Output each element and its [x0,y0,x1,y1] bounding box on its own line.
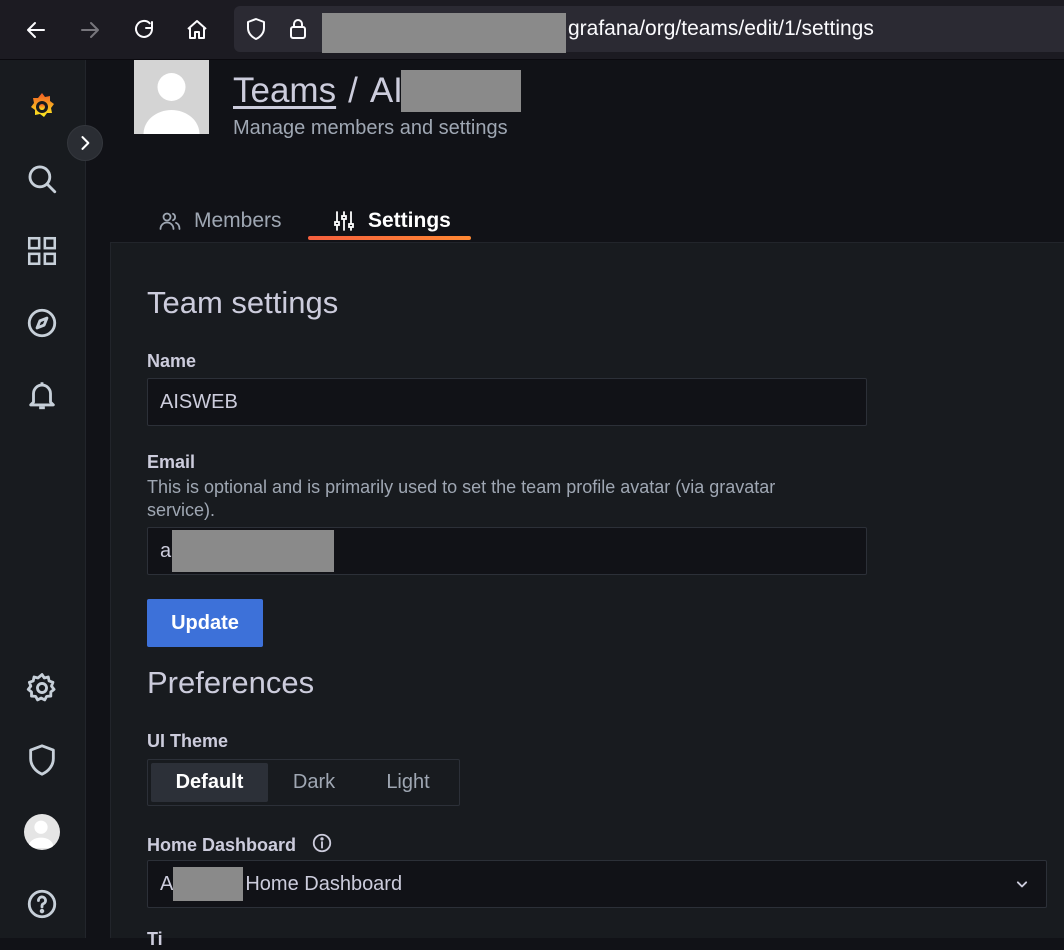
team-avatar [134,60,209,134]
shield-icon[interactable] [244,17,268,41]
name-input[interactable]: AISWEB [147,378,867,426]
breadcrumb: Teams / AI [233,70,521,112]
sliders-icon [334,211,354,231]
home-dashboard-label: Home Dashboard [147,832,333,856]
tab-members-label: Members [194,209,282,232]
name-label: Name [147,351,197,371]
info-icon[interactable] [311,832,333,854]
timezone-label: Ti [147,929,163,949]
theme-option-light[interactable]: Light [360,763,456,802]
redacted-block [173,867,244,901]
configuration-gear-icon[interactable] [23,669,61,707]
ui-theme-label: UI Theme [147,731,229,751]
chevron-down-icon [1016,881,1028,888]
chevron-right-icon [81,136,90,150]
home-dashboard-prefix: A [160,872,174,895]
team-settings-heading: Team settings [147,285,339,320]
preferences-heading: Preferences [147,665,315,700]
breadcrumb-teams-link[interactable]: Teams [233,71,336,111]
home-icon[interactable] [179,12,215,48]
url-text[interactable]: grafana/org/teams/edit/1/settings [568,17,874,41]
update-button[interactable]: Update [147,599,263,647]
page-header: Teams / AI Manage members and settings M… [86,60,1064,242]
redacted-block [172,530,335,572]
tab-members[interactable]: Members [158,200,282,242]
explore-compass-icon[interactable] [23,304,61,342]
alerting-bell-icon[interactable] [23,376,61,414]
breadcrumb-separator: / [348,71,358,110]
theme-option-default[interactable]: Default [151,763,268,802]
side-navigation [0,60,86,938]
page-subtitle: Manage members and settings [233,117,508,139]
email-label: Email [147,452,196,472]
help-question-icon[interactable] [23,885,61,923]
settings-panel: Team settings Name AISWEB Email This is … [110,242,1064,949]
browser-toolbar: grafana/org/teams/edit/1/settings [0,0,1064,60]
back-arrow-icon[interactable] [18,12,54,48]
email-description: This is optional and is primarily used t… [147,477,776,520]
ui-theme-radio-group: Default Dark Light [147,759,460,806]
email-input-value: a [160,539,172,562]
email-input[interactable]: a [147,527,867,575]
users-icon [159,212,181,230]
home-dashboard-value: Home Dashboard [245,872,403,895]
theme-option-dark[interactable]: Dark [268,763,360,802]
grafana-logo-icon[interactable] [23,88,61,126]
tab-settings-label: Settings [368,209,451,232]
home-dashboard-label-text: Home Dashboard [147,835,297,855]
search-icon[interactable] [23,160,61,198]
url-bar[interactable]: grafana/org/teams/edit/1/settings [234,6,1064,53]
redacted-block [322,13,566,53]
name-input-value: AISWEB [160,390,238,413]
forward-arrow-icon[interactable] [72,12,108,48]
user-avatar[interactable] [23,813,61,851]
home-dashboard-select[interactable]: A Home Dashboard [147,860,1047,908]
active-tab-indicator [308,236,471,240]
server-admin-shield-icon[interactable] [23,741,61,779]
expand-menu-button[interactable] [67,125,103,161]
dashboards-grid-icon[interactable] [23,232,61,270]
lock-icon[interactable] [286,17,310,41]
reload-icon[interactable] [126,12,162,48]
breadcrumb-current: AI [369,71,403,110]
redacted-block [400,70,521,112]
